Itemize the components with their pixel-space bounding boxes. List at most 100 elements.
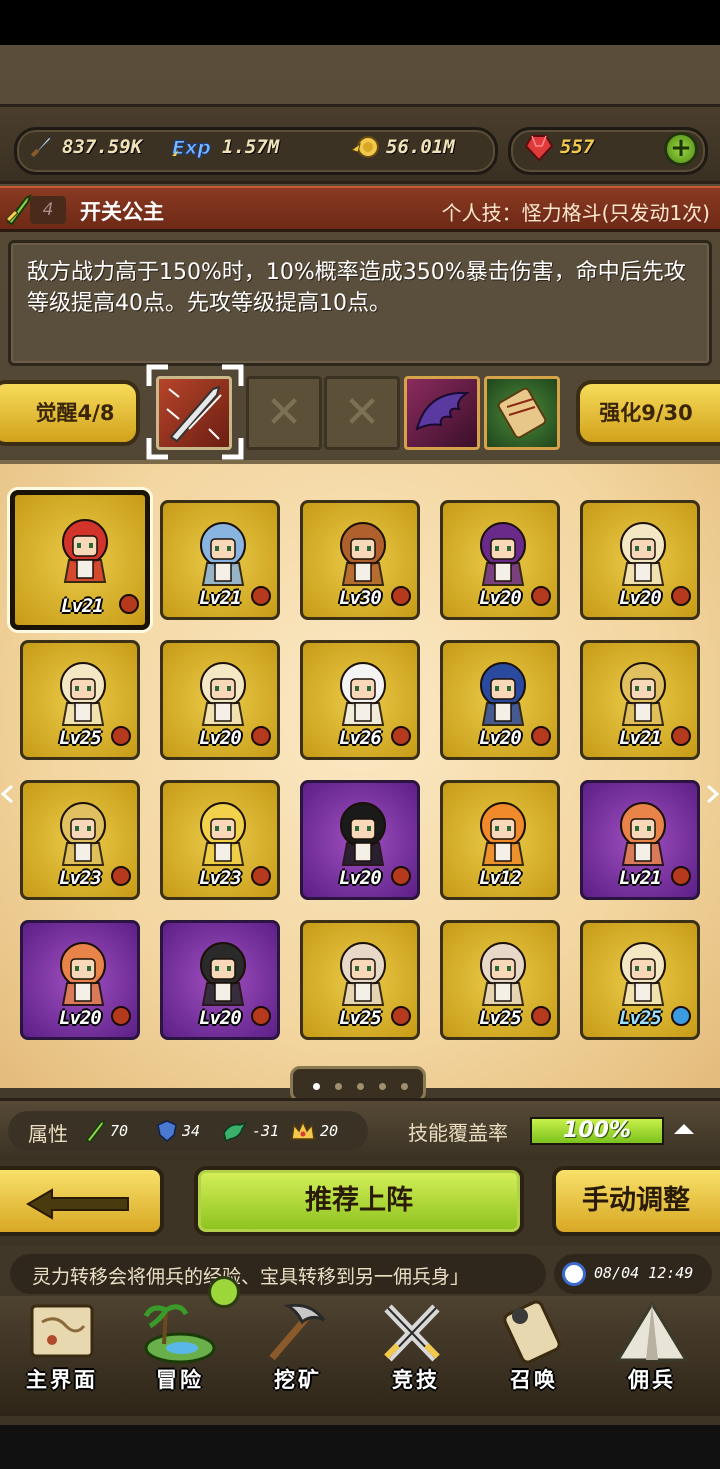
next-page-arrow[interactable] [706,784,720,804]
gold-coins-icon [350,132,380,162]
page-indicator[interactable] [290,1066,426,1102]
prev-page-arrow[interactable] [0,784,14,804]
hero-level: Lv21 [619,867,662,889]
hero-level: Lv25 [619,1007,662,1029]
hero-card[interactable]: Lv12 [440,780,560,900]
tip-bar: 灵力转移会将佣兵的经验、宝具转移到另一佣兵身」 [10,1254,546,1294]
hero-card[interactable]: Lv20 [160,640,280,760]
nav-item-1[interactable]: 冒险 [122,1292,238,1398]
hero-awaken-level: 4 [30,196,66,224]
hero-level: Lv21 [619,727,662,749]
hero-card[interactable]: Lv25 [440,920,560,1040]
scroll-icon [497,387,547,439]
hero-rank-icon [251,866,271,886]
recommend-lineup-button[interactable]: 推荐上阵 [194,1166,524,1236]
hero-level: Lv20 [59,1007,102,1029]
crown-value: 20 [320,1122,339,1140]
crown-attribute: 20 [290,1119,338,1143]
hero-portrait-icon [62,519,108,583]
attributes-bar: 属性 70 34 -31 20 技能覆盖率 100% [0,1098,720,1160]
nav-item-3[interactable]: 竞技 [358,1292,474,1398]
hero-card[interactable]: Lv25 [580,920,700,1040]
shield-icon [157,1120,177,1142]
hero-card[interactable]: Lv20 [440,500,560,620]
hero-card[interactable]: Lv20 [20,920,140,1040]
crossed-swords-icon [384,1304,440,1362]
nav-label: 佣兵 [628,1368,676,1392]
skill-description-box: 敌方战力高于150%时，10%概率造成350%暴击伤害，命中后先攻等级提高40点… [8,240,712,366]
equip-slot-empty-2[interactable]: ✕ [324,376,400,450]
dragon-icon [223,1121,248,1143]
hero-card[interactable]: Lv21 [580,640,700,760]
equip-slot-scroll[interactable] [484,376,560,450]
hero-card[interactable]: Lv23 [20,780,140,900]
exp-value: 1.57M [222,136,280,158]
svg-text:Exp: Exp [172,137,211,159]
clock-icon [562,1262,586,1286]
dark-wing-icon [415,391,471,431]
hero-portrait-icon [200,662,246,726]
hero-level: Lv25 [479,1007,522,1029]
hero-level: Lv20 [619,587,662,609]
hero-portrait-icon [620,942,666,1006]
notification-dot [208,1276,240,1308]
hero-card[interactable]: Lv25 [20,640,140,760]
defense-value: 34 [182,1122,201,1140]
hero-portrait-icon [60,802,106,866]
empty-slot-icon: ✕ [265,387,303,438]
hero-card[interactable]: Lv21 [580,780,700,900]
hero-level: Lv23 [199,867,242,889]
hero-portrait-icon [480,802,526,866]
expand-up-icon[interactable] [674,1124,694,1134]
enhance-button[interactable]: 强化9/30 [576,380,720,446]
hero-card[interactable]: Lv20 [300,780,420,900]
add-gems-button[interactable]: + [664,132,698,166]
hero-card[interactable]: Lv26 [300,640,420,760]
datetime-text: 08/04 12:49 [594,1264,694,1282]
hero-card[interactable]: Lv21 [160,500,280,620]
strength-value: 70 [110,1122,129,1140]
gem-value: 557 [560,136,595,158]
hero-level: Lv20 [199,727,242,749]
strength-attribute: 70 [84,1119,128,1143]
hero-card[interactable]: Lv20 [580,500,700,620]
back-button[interactable] [0,1166,164,1236]
gem-resource: 557 [524,132,594,162]
gold-value: 56.01M [386,136,455,158]
exp-icon: Exp [170,132,216,162]
hero-card[interactable]: Lv25 [300,920,420,1040]
hero-portrait-icon [480,662,526,726]
hero-rank-icon [251,726,271,746]
nav-item-4[interactable]: 召唤 [476,1292,592,1398]
hero-rank-icon [391,726,411,746]
hero-level: Lv23 [59,867,102,889]
nav-label: 挖矿 [274,1368,322,1392]
green-sword-icon [85,1119,106,1143]
hero-card[interactable]: Lv30 [300,500,420,620]
equip-slot-empty-1[interactable]: ✕ [246,376,322,450]
sword-icon [26,132,56,162]
hero-card[interactable]: Lv20 [440,640,560,760]
nav-item-0[interactable]: 主界面 [4,1292,120,1398]
hero-rank-icon [251,1006,271,1026]
nav-label: 冒险 [156,1368,204,1392]
manual-adjust-button[interactable]: 手动调整 [552,1166,720,1236]
equip-slot-wing[interactable] [404,376,480,450]
hero-level: Lv20 [199,1007,242,1029]
nav-label: 竞技 [392,1368,440,1392]
hero-card[interactable]: Lv23 [160,780,280,900]
hero-name: 开关公主 [80,200,164,224]
attack-resource: 837.59K [26,132,142,162]
hero-level: Lv20 [339,867,382,889]
nav-item-5[interactable]: 佣兵 [594,1292,710,1398]
awaken-button[interactable]: 觉醒4/8 [0,380,140,446]
dragon-value: -31 [252,1122,280,1140]
hero-card[interactable]: Lv21 [10,490,150,630]
hero-portrait-icon [480,522,526,586]
nav-item-2[interactable]: 挖矿 [240,1292,356,1398]
hero-portrait-icon [60,662,106,726]
hero-card[interactable]: Lv20 [160,920,280,1040]
hero-level: Lv30 [339,587,382,609]
hero-rank-icon [111,726,131,746]
hero-level: Lv21 [61,595,104,617]
